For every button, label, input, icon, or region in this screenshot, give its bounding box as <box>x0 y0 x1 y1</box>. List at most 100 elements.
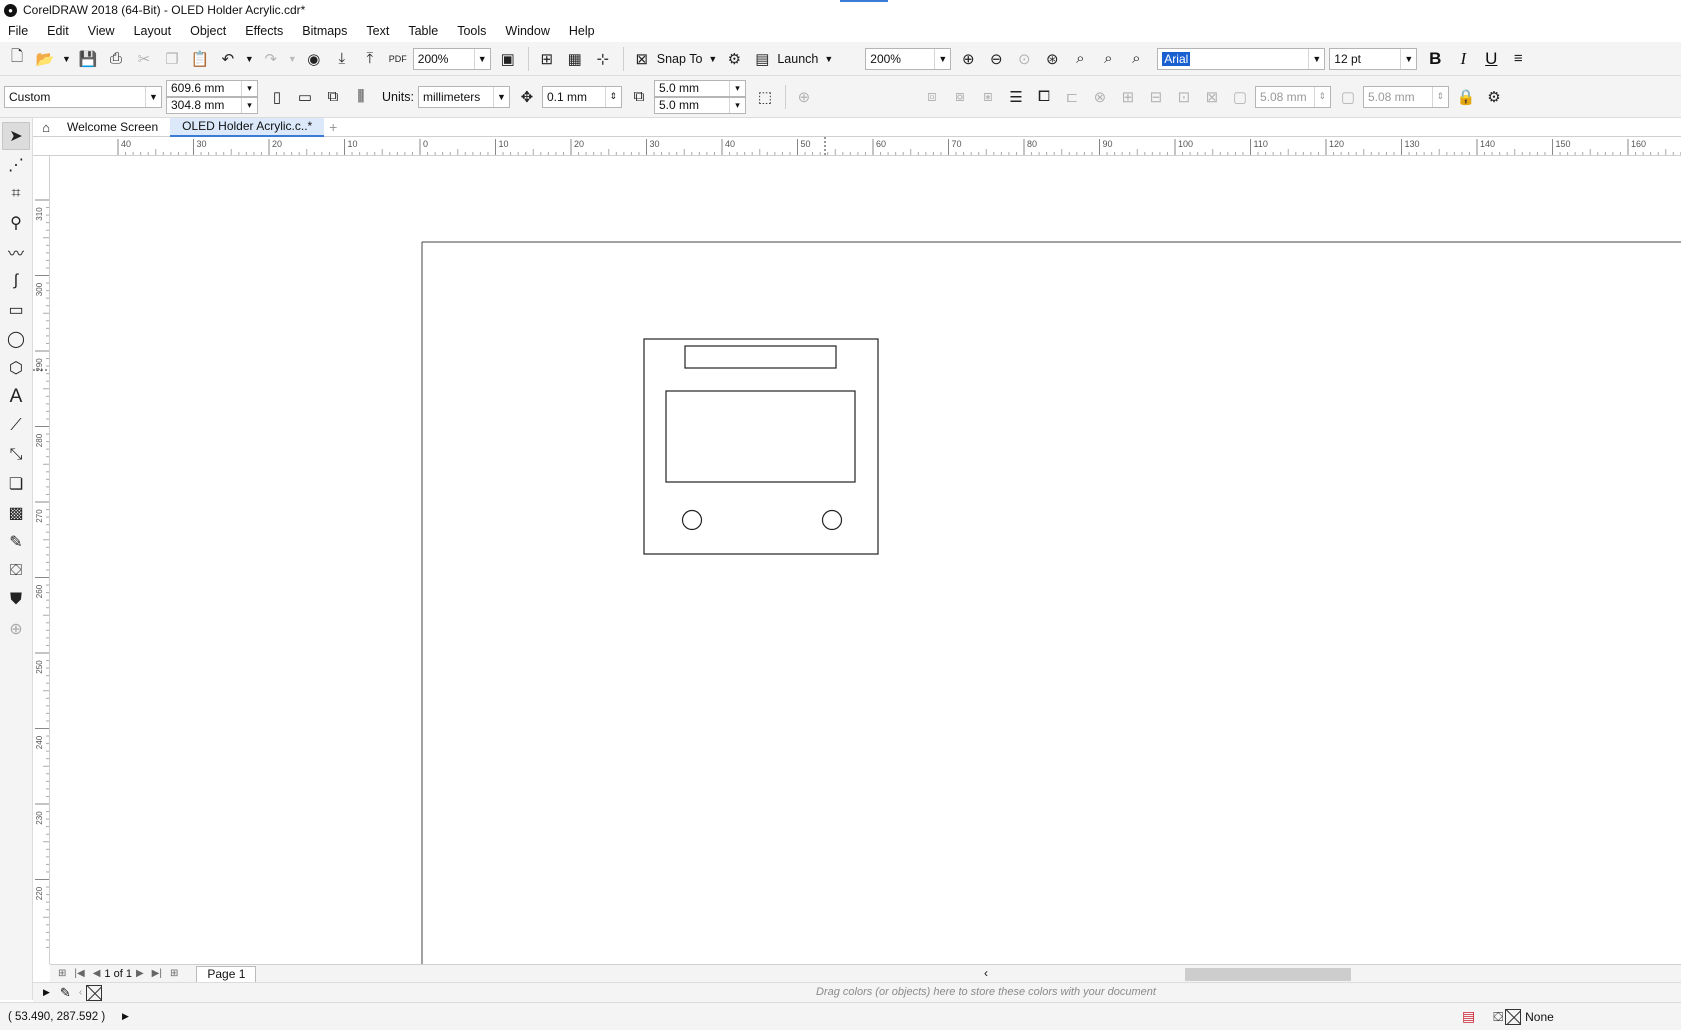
corner-round-icon[interactable]: ▢ <box>1335 84 1361 110</box>
palette-expand-icon[interactable]: ▶ <box>43 987 50 998</box>
corner-round-icon[interactable]: ▢ <box>1227 84 1253 110</box>
chevron-down-icon[interactable]: ▾ <box>241 80 257 96</box>
menu-bitmaps[interactable]: Bitmaps <box>302 24 347 38</box>
chevron-down-icon[interactable]: ▼ <box>934 48 950 69</box>
show-rulers-icon[interactable]: ⊞ <box>534 46 560 72</box>
horizontal-scrollbar[interactable]: ‹ <box>980 964 1681 982</box>
fill-bucket-icon[interactable]: ⛋ <box>1493 1009 1503 1025</box>
fill-none-swatch-icon[interactable] <box>1505 1008 1522 1025</box>
zoom-page-height-icon[interactable]: ⌕ <box>1123 46 1149 72</box>
print-icon[interactable]: ⎙ <box>103 46 129 72</box>
back-minus-front-icon[interactable]: ⊡ <box>1171 84 1197 110</box>
chevron-down-icon[interactable]: ▼ <box>473 48 490 69</box>
transparency-tool-icon[interactable]: ▩ <box>2 499 30 527</box>
chevron-down-icon[interactable]: ▼ <box>1308 48 1324 69</box>
page-width-field[interactable]: 609.6 mm ▾ <box>166 79 258 97</box>
corner-radius-field-1[interactable]: 5.08 mm ⇕ <box>1254 85 1331 108</box>
previous-page-icon[interactable]: ◀ <box>93 968 101 979</box>
corner-radius-field-2[interactable]: 5.08 mm ⇕ <box>1362 85 1449 108</box>
rectangle-tool-icon[interactable]: ▭ <box>2 296 30 324</box>
connector-tool-icon[interactable]: ⤡ <box>2 441 30 469</box>
publish-pdf-icon[interactable]: PDF <box>385 46 411 72</box>
menu-table[interactable]: Table <box>408 24 438 38</box>
artistic-media-tool-icon[interactable]: ∫ <box>2 267 30 295</box>
spinner-icon[interactable]: ⇕ <box>604 86 621 107</box>
page-height-field[interactable]: 304.8 mm ▾ <box>166 96 258 114</box>
dimension-tool-icon[interactable]: ⟋ <box>2 412 30 440</box>
launch-icon[interactable]: ▤ <box>749 46 775 72</box>
object-properties-icon[interactable]: ⚙ <box>1481 84 1507 110</box>
open-icon[interactable]: 📂 <box>32 46 58 72</box>
snap-to-label[interactable]: Snap To <box>657 52 703 66</box>
create-boundary-icon[interactable]: ⊠ <box>1199 84 1225 110</box>
zoom-combo-secondary[interactable]: 200% ▼ <box>865 47 952 70</box>
align-distribute-icon[interactable]: ☰ <box>1003 84 1029 110</box>
chevron-down-icon[interactable]: ▼ <box>145 86 161 107</box>
drop-shadow-tool-icon[interactable]: ❏ <box>2 470 30 498</box>
ellipse-tool-icon[interactable]: ◯ <box>2 325 30 353</box>
palette-eyedropper-icon[interactable]: ✎ <box>60 985 71 1001</box>
show-guidelines-icon[interactable]: ⊹ <box>590 46 616 72</box>
spinner-icon[interactable]: ⇕ <box>1431 86 1448 107</box>
combine-icon[interactable]: ⧈ <box>919 84 945 110</box>
font-name-combo[interactable]: Arial ▼ <box>1157 47 1326 70</box>
font-size-combo[interactable]: 12 pt ▼ <box>1329 47 1418 70</box>
palette-scroll-left-icon[interactable]: ‹ <box>79 987 82 998</box>
undo-dropdown-icon[interactable]: ▼ <box>245 54 254 64</box>
weld-icon[interactable]: ⧆ <box>975 84 1001 110</box>
snap-to-dropdown-icon[interactable]: ▼ <box>708 54 717 64</box>
menu-edit[interactable]: Edit <box>47 24 69 38</box>
snap-to-icon[interactable]: ⊠ <box>629 46 655 72</box>
zoom-selected-icon[interactable]: ⊙ <box>1011 46 1037 72</box>
chevron-down-icon[interactable]: ▾ <box>728 80 745 96</box>
new-tab-icon[interactable]: + <box>324 119 342 135</box>
menu-tools[interactable]: Tools <box>457 24 486 38</box>
intersect-icon[interactable]: ⊗ <box>1087 84 1113 110</box>
duplicate-x-field[interactable]: 5.0 mm ▾ <box>653 79 746 97</box>
launch-label[interactable]: Launch <box>777 52 818 66</box>
menu-effects[interactable]: Effects <box>245 24 283 38</box>
undo-icon[interactable]: ↶ <box>215 46 241 72</box>
quick-customize-icon[interactable]: ⊕ <box>791 84 817 110</box>
paragraph-align-icon[interactable]: ≡ <box>1505 46 1531 72</box>
front-minus-back-icon[interactable]: ⊟ <box>1143 84 1169 110</box>
chevron-down-icon[interactable]: ▾ <box>728 97 745 113</box>
break-apart-icon[interactable]: ⧇ <box>947 84 973 110</box>
open-dropdown-icon[interactable]: ▼ <box>62 54 71 64</box>
zoom-page-icon[interactable]: ⌕ <box>1067 46 1093 72</box>
paste-icon[interactable]: 📋 <box>187 46 213 72</box>
tab-welcome-screen[interactable]: Welcome Screen <box>55 118 170 137</box>
zoom-level-combo[interactable]: 200% ▼ <box>412 47 491 70</box>
add-tool-icon[interactable]: ⊕ <box>2 615 30 643</box>
menu-window[interactable]: Window <box>505 24 549 38</box>
full-screen-preview-icon[interactable]: ▣ <box>495 46 521 72</box>
simplify-icon[interactable]: ⊞ <box>1115 84 1141 110</box>
smart-fill-tool-icon[interactable]: ⛊ <box>2 586 30 614</box>
polygon-tool-icon[interactable]: ⬡ <box>2 354 30 382</box>
page-frame-icon[interactable]: ⬚ <box>752 84 778 110</box>
menu-help[interactable]: Help <box>569 24 595 38</box>
menu-layout[interactable]: Layout <box>134 24 172 38</box>
show-grid-icon[interactable]: ▦ <box>562 46 588 72</box>
status-expand-icon[interactable]: ▶ <box>122 1011 129 1022</box>
zoom-page-width-icon[interactable]: ⌕ <box>1095 46 1121 72</box>
search-content-icon[interactable]: ◉ <box>301 46 327 72</box>
add-page-before-icon[interactable]: ⊞ <box>58 968 66 979</box>
eyedropper-tool-icon[interactable]: ✎ <box>2 528 30 556</box>
duplicate-y-field[interactable]: 5.0 mm ▾ <box>653 96 746 114</box>
zoom-in-icon[interactable]: ⊕ <box>955 46 981 72</box>
chevron-down-icon[interactable]: ▼ <box>1400 48 1416 69</box>
color-profile-icon[interactable]: ▤ <box>1462 1008 1475 1025</box>
spinner-icon[interactable]: ⇕ <box>1313 86 1330 107</box>
scroll-left-icon[interactable]: ‹ <box>984 966 988 980</box>
menu-view[interactable]: View <box>88 24 115 38</box>
chevron-down-icon[interactable]: ▾ <box>241 97 257 113</box>
interactive-fill-tool-icon[interactable]: ⛋ <box>2 557 30 585</box>
underline-button[interactable]: U <box>1477 46 1505 72</box>
redo-dropdown-icon[interactable]: ▼ <box>288 54 297 64</box>
crop-tool-icon[interactable]: ⌗ <box>2 180 30 208</box>
cut-icon[interactable]: ✂ <box>131 46 157 72</box>
zoom-tool-icon[interactable]: ⚲ <box>2 209 30 237</box>
drawing-canvas[interactable] <box>50 156 1681 964</box>
landscape-icon[interactable]: ▭ <box>292 84 318 110</box>
